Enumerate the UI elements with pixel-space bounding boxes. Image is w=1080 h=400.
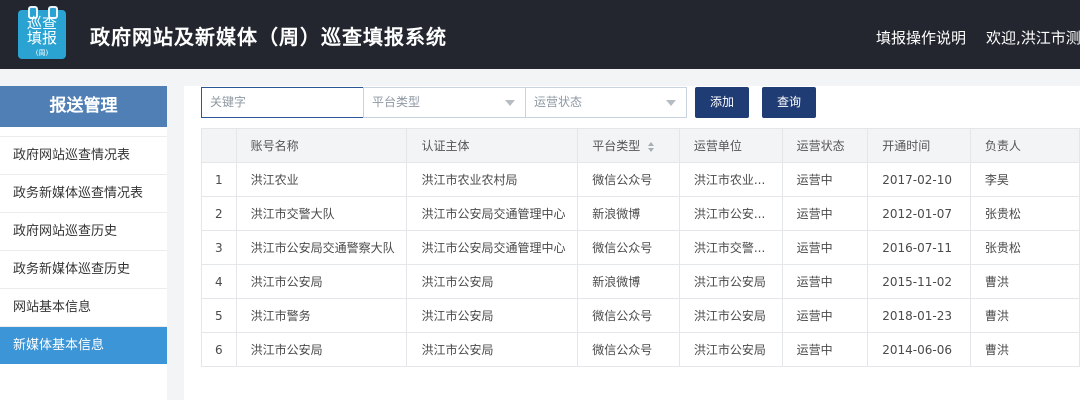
cell-owner: 李昊	[969, 162, 1080, 197]
col-index	[201, 128, 237, 163]
top-header: 巡查填报 (周) 政府网站及新媒体（周）巡查填报系统 填报操作说明 欢迎,洪江市…	[0, 0, 1080, 69]
cell-index: 4	[201, 264, 237, 299]
table-row[interactable]: 4 洪江市公安局 洪江市公安局 新浪微博 洪江市公安局 运营中 2015-11-…	[201, 264, 1080, 299]
cell-index: 3	[201, 230, 237, 265]
cell-index: 5	[201, 298, 237, 333]
app-logo: 巡查填报 (周)	[18, 6, 66, 59]
cell-status: 运营中	[781, 196, 869, 231]
cell-index: 2	[201, 196, 237, 231]
cell-status: 运营中	[781, 332, 869, 367]
cell-owner: 张贵松	[969, 196, 1080, 231]
cell-status: 运营中	[781, 230, 869, 265]
welcome-text: 欢迎,洪江市测	[986, 29, 1080, 47]
table-row[interactable]: 2 洪江市交警大队 洪江市公安局交通管理中心 新浪微博 洪江市公安... 运营中…	[201, 196, 1080, 231]
cell-index: 1	[201, 162, 237, 197]
cell-open-date: 2018-01-23	[867, 298, 971, 333]
sidebar-item-website-report[interactable]: 政府网站巡查情况表	[0, 136, 167, 174]
cell-account-name: 洪江市警务	[235, 298, 408, 333]
cell-platform-type: 新浪微博	[577, 264, 680, 299]
help-link[interactable]: 填报操作说明	[876, 27, 966, 48]
sort-icon[interactable]	[648, 141, 655, 152]
cell-platform-type: 微信公众号	[577, 298, 680, 333]
col-open-date: 开通时间	[867, 128, 971, 163]
cell-operating-unit: 洪江市公安局	[678, 332, 783, 367]
sidebar-title: 报送管理	[0, 86, 167, 127]
keyword-input[interactable]: 关键字	[201, 87, 364, 118]
cell-certified-entity: 洪江市公安局交通管理中心	[406, 196, 579, 231]
table-header-row: 账号名称 认证主体 平台类型 运营单位 运营状态 开通时间 负责人	[201, 128, 1080, 163]
cell-certified-entity: 洪江市公安局	[406, 298, 579, 333]
col-platform-type-label: 平台类型	[592, 139, 641, 153]
page-title: 政府网站及新媒体（周）巡查填报系统	[90, 25, 447, 49]
cell-platform-type: 微信公众号	[577, 230, 680, 265]
platform-type-select[interactable]: 平台类型	[363, 87, 526, 118]
cell-status: 运营中	[781, 298, 869, 333]
sidebar-item-website-info[interactable]: 网站基本信息	[0, 288, 167, 326]
cell-status: 运营中	[781, 162, 869, 197]
table-row[interactable]: 6 洪江市公安局 洪江市公安局 微信公众号 洪江市公安局 运营中 2014-06…	[201, 332, 1080, 367]
cell-open-date: 2016-07-11	[867, 230, 971, 265]
sidebar-item-website-history[interactable]: 政府网站巡查历史	[0, 212, 167, 250]
cell-operating-unit: 洪江市交警...	[678, 230, 783, 265]
cell-operating-unit: 洪江市公安局	[678, 298, 783, 333]
cell-platform-type: 微信公众号	[577, 332, 680, 367]
cell-operating-unit: 洪江市农业...	[678, 162, 783, 197]
media-table: 账号名称 认证主体 平台类型 运营单位 运营状态 开通时间 负责人 1 洪江农业…	[201, 128, 1080, 367]
cell-owner: 张贵松	[969, 230, 1080, 265]
cell-platform-type: 微信公众号	[577, 162, 680, 197]
cell-account-name: 洪江市公安局	[235, 264, 408, 299]
platform-type-value: 平台类型	[372, 95, 421, 109]
cell-operating-unit: 洪江市公安局	[678, 264, 783, 299]
cell-open-date: 2012-01-07	[867, 196, 971, 231]
col-account-name: 账号名称	[235, 128, 408, 163]
chevron-down-icon	[505, 100, 515, 106]
col-status: 运营状态	[781, 128, 869, 163]
logo-text: 巡查填报	[26, 14, 57, 47]
cell-account-name: 洪江市公安局交通警察大队	[235, 230, 408, 265]
cell-open-date: 2017-02-10	[867, 162, 971, 197]
sidebar-item-media-history[interactable]: 政务新媒体巡查历史	[0, 250, 167, 288]
sidebar-item-media-report[interactable]: 政务新媒体巡查情况表	[0, 174, 167, 212]
cell-certified-entity: 洪江市农业农村局	[406, 162, 579, 197]
cell-certified-entity: 洪江市公安局	[406, 332, 579, 367]
sidebar-menu: 政府网站巡查情况表 政务新媒体巡查情况表 政府网站巡查历史 政务新媒体巡查历史 …	[0, 136, 167, 364]
main-content: 关键字 平台类型 运营状态 添加 查询 账号名称 认证主体 平台类型 运营单位 …	[184, 86, 1080, 400]
table-row[interactable]: 3 洪江市公安局交通警察大队 洪江市公安局交通管理中心 微信公众号 洪江市交警.…	[201, 230, 1080, 265]
sidebar: 报送管理 政府网站巡查情况表 政务新媒体巡查情况表 政府网站巡查历史 政务新媒体…	[0, 86, 167, 400]
col-operating-unit: 运营单位	[678, 128, 783, 163]
col-owner: 负责人	[969, 128, 1080, 163]
cell-platform-type: 新浪微博	[577, 196, 680, 231]
cell-certified-entity: 洪江市公安局交通管理中心	[406, 230, 579, 265]
add-button[interactable]: 添加	[695, 87, 749, 118]
cell-owner: 曹洪	[969, 298, 1080, 333]
cell-index: 6	[201, 332, 237, 367]
cell-operating-unit: 洪江市公安...	[678, 196, 783, 231]
cell-account-name: 洪江市交警大队	[235, 196, 408, 231]
query-button[interactable]: 查询	[762, 87, 816, 118]
cell-account-name: 洪江农业	[235, 162, 408, 197]
sidebar-item-media-info[interactable]: 新媒体基本信息	[0, 326, 167, 364]
cell-account-name: 洪江市公安局	[235, 332, 408, 367]
cell-owner: 曹洪	[969, 264, 1080, 299]
logo-subtext: (周)	[35, 49, 49, 57]
cell-status: 运营中	[781, 264, 869, 299]
cell-owner: 曹洪	[969, 332, 1080, 367]
operation-status-select[interactable]: 运营状态	[525, 87, 687, 118]
chevron-down-icon	[666, 100, 676, 106]
table-row[interactable]: 5 洪江市警务 洪江市公安局 微信公众号 洪江市公安局 运营中 2018-01-…	[201, 298, 1080, 333]
cell-certified-entity: 洪江市公安局	[406, 264, 579, 299]
cell-open-date: 2014-06-06	[867, 332, 971, 367]
table-row[interactable]: 1 洪江农业 洪江市农业农村局 微信公众号 洪江市农业... 运营中 2017-…	[201, 162, 1080, 197]
operation-status-value: 运营状态	[534, 95, 583, 109]
col-platform-type[interactable]: 平台类型	[577, 128, 680, 163]
cell-open-date: 2015-11-02	[867, 264, 971, 299]
col-certified-entity: 认证主体	[406, 128, 579, 163]
